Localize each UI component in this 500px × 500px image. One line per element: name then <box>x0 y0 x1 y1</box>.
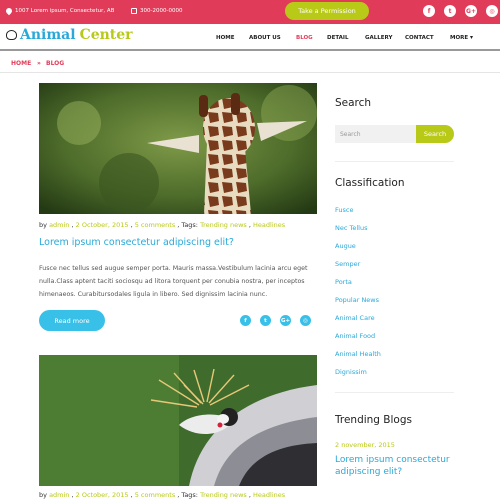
search-button[interactable]: Search <box>416 125 454 143</box>
category-link[interactable]: Nec Tellus <box>335 224 367 232</box>
chevron-down-icon[interactable]: ▾ <box>470 34 473 41</box>
tag-trending-news[interactable]: Trending news <box>200 491 247 499</box>
read-more-button[interactable]: Read more <box>39 310 105 331</box>
nav-about-us[interactable]: ABOUT US <box>249 35 281 41</box>
trending-post-title[interactable]: Lorem ipsum consectetur adipiscing elit? <box>335 454 455 478</box>
top-social: f t G+ ◎ <box>423 5 498 17</box>
category-link[interactable]: Dignissim <box>335 368 367 376</box>
tag-headlines[interactable]: Headlines <box>253 221 285 229</box>
location-pin-icon <box>4 6 14 16</box>
post-excerpt: Fusce nec tellus sed augue semper porta.… <box>39 265 308 298</box>
breadcrumb: HOME » BLOG <box>0 53 500 73</box>
tag-trending-news[interactable]: Trending news <box>200 221 247 229</box>
classification-heading: Classification <box>335 177 405 189</box>
category-link[interactable]: Popular News <box>335 296 379 304</box>
instagram-icon[interactable]: ◎ <box>486 5 498 17</box>
post-author[interactable]: admin <box>49 491 69 499</box>
category-link[interactable]: Animal Food <box>335 332 375 340</box>
nav-more[interactable]: MORE <box>450 35 468 41</box>
search-input[interactable]: Search <box>335 125 417 143</box>
breadcrumb-separator: » <box>37 60 41 67</box>
twitter-icon[interactable]: t <box>444 5 456 17</box>
category-link[interactable]: Semper <box>335 260 360 268</box>
nav-blog[interactable]: BLOG <box>296 35 313 41</box>
nav-gallery[interactable]: GALLERY <box>365 35 392 41</box>
google-plus-icon[interactable]: G+ <box>280 315 291 326</box>
category-link[interactable]: Augue <box>335 242 356 250</box>
nav-detail[interactable]: DETAIL <box>327 35 348 41</box>
instagram-icon[interactable]: ◎ <box>300 315 311 326</box>
tags-label: Tags: <box>181 221 199 229</box>
phone-text: 300-2000-0000 <box>140 8 183 14</box>
tag-headlines[interactable]: Headlines <box>253 491 285 499</box>
top-bar: 1007 Lorem ipsum, Consectetur, AB 300-20… <box>0 0 500 24</box>
twitter-icon[interactable]: t <box>260 315 271 326</box>
nav-home[interactable]: HOME <box>216 35 235 41</box>
post-meta: by admin , 2 October, 2015 , 5 comments … <box>39 221 286 229</box>
address-text: 1007 Lorem ipsum, Consectetur, AB <box>15 8 115 14</box>
post-author[interactable]: admin <box>49 221 69 229</box>
divider <box>335 392 454 393</box>
header: Animal Center HOME ABOUT US BLOG DETAIL … <box>0 24 500 51</box>
post-title[interactable]: Lorem ipsum consectetur adipiscing elit? <box>39 237 234 248</box>
take-permission-button[interactable]: Take a Permission <box>285 2 369 20</box>
trending-heading: Trending Blogs <box>335 414 412 426</box>
google-plus-icon[interactable]: G+ <box>465 5 477 17</box>
logo-word-center: Center <box>79 27 133 43</box>
facebook-icon[interactable]: f <box>240 315 251 326</box>
logo[interactable]: Animal Center <box>6 27 133 43</box>
post-comments[interactable]: 5 comments <box>135 491 175 499</box>
trending-date: 2 november, 2015 <box>335 441 395 449</box>
phone: 300-2000-0000 <box>131 8 182 14</box>
tags-label: Tags: <box>181 491 199 499</box>
post-comments[interactable]: 5 comments <box>135 221 175 229</box>
meta-by: by <box>39 221 47 229</box>
logo-word-animal: Animal <box>20 27 76 43</box>
post-date[interactable]: 2 October, 2015 <box>76 221 129 229</box>
breadcrumb-current: BLOG <box>46 60 65 67</box>
meta-by: by <box>39 491 47 499</box>
phone-icon <box>131 8 137 14</box>
nav-contact[interactable]: CONTACT <box>405 35 434 41</box>
breadcrumb-home[interactable]: HOME <box>11 60 31 67</box>
category-link[interactable]: Fusce <box>335 206 353 214</box>
category-link[interactable]: Animal Health <box>335 350 381 358</box>
post-share: f t G+ ◎ <box>240 315 311 326</box>
divider <box>335 161 454 162</box>
facebook-icon[interactable]: f <box>423 5 435 17</box>
search-heading: Search <box>335 97 372 109</box>
post-date[interactable]: 2 October, 2015 <box>76 491 129 499</box>
address: 1007 Lorem ipsum, Consectetur, AB <box>4 6 115 16</box>
paw-logo-icon <box>6 30 17 40</box>
post-meta-2: by admin , 2 October, 2015 , 5 comments … <box>39 491 286 499</box>
category-link[interactable]: Animal Care <box>335 314 375 322</box>
post-image-crane[interactable] <box>39 355 317 486</box>
post-image-giraffe[interactable] <box>39 83 317 214</box>
category-link[interactable]: Porta <box>335 278 352 286</box>
